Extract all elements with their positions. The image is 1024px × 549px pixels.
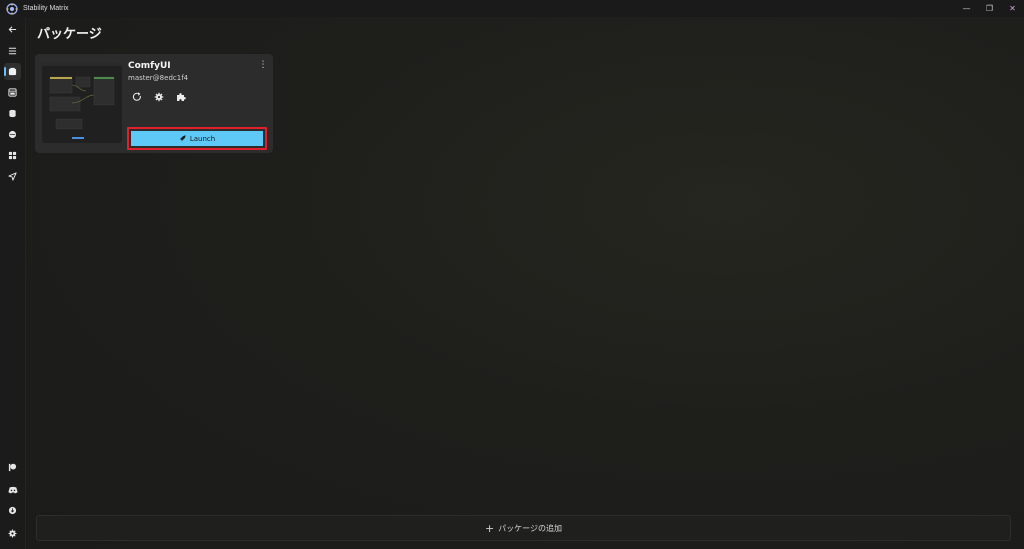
sidebar xyxy=(0,17,26,549)
package-menu-button[interactable]: ⋮ xyxy=(259,60,268,70)
package-version: master@8edc1f4 xyxy=(128,74,189,82)
menu-toggle-button[interactable] xyxy=(4,42,21,59)
packages-icon xyxy=(8,67,17,76)
plus-icon: + xyxy=(484,521,495,535)
settings-icon xyxy=(8,529,17,538)
rocket-icon xyxy=(179,135,186,142)
extensions-button[interactable] xyxy=(173,89,189,105)
sidebar-item-workflows[interactable] xyxy=(4,147,21,164)
patreon-icon xyxy=(8,463,17,472)
discord-button[interactable] xyxy=(4,481,21,498)
sidebar-item-packages[interactable] xyxy=(4,63,21,80)
package-settings-button[interactable] xyxy=(151,89,167,105)
minimize-button[interactable]: — xyxy=(955,0,978,17)
inference-icon xyxy=(8,88,17,97)
sidebar-item-checkpoints[interactable] xyxy=(4,105,21,122)
workflows-icon xyxy=(8,151,17,160)
downloads-button[interactable] xyxy=(4,502,21,519)
title-bar: Stability Matrix — ❐ ✕ xyxy=(0,0,1024,17)
update-button[interactable] xyxy=(129,89,145,105)
add-package-label: パッケージの追加 xyxy=(498,523,563,533)
package-card: ComfyUI master@8edc1f4 ⋮ Launch xyxy=(35,54,273,153)
sidebar-item-inference[interactable] xyxy=(4,84,21,101)
launch-label: Launch xyxy=(189,134,216,143)
restore-button[interactable]: ❐ xyxy=(978,0,1001,17)
gear-icon xyxy=(154,92,164,102)
model-browser-icon xyxy=(8,130,17,139)
main-content: パッケージ ComfyUI master@8edc1f4 ⋮ Launch + … xyxy=(26,17,1024,549)
app-logo-icon xyxy=(6,2,18,15)
window-controls: — ❐ ✕ xyxy=(955,0,1024,17)
package-thumbnail xyxy=(42,63,122,143)
settings-button[interactable] xyxy=(4,525,21,542)
add-package-button[interactable]: + パッケージの追加 xyxy=(36,515,1011,541)
share-icon xyxy=(8,172,17,181)
download-icon xyxy=(8,506,17,515)
close-button[interactable]: ✕ xyxy=(1001,0,1024,17)
back-arrow-icon xyxy=(8,26,17,33)
back-button[interactable] xyxy=(4,21,21,38)
refresh-icon xyxy=(132,92,141,101)
hamburger-menu-icon xyxy=(8,47,17,54)
patreon-button[interactable] xyxy=(4,459,21,476)
app-title: Stability Matrix xyxy=(23,5,69,12)
selection-indicator xyxy=(4,67,6,76)
launch-highlight: Launch xyxy=(127,127,267,150)
launch-button[interactable]: Launch xyxy=(131,131,263,146)
thumbnail-image xyxy=(42,63,122,143)
sidebar-item-share[interactable] xyxy=(4,168,21,185)
package-name: ComfyUI xyxy=(128,61,171,71)
page-title: パッケージ xyxy=(37,27,102,42)
checkpoints-icon xyxy=(9,109,16,118)
sidebar-item-model-browser[interactable] xyxy=(4,126,21,143)
puzzle-icon xyxy=(177,93,186,101)
discord-icon xyxy=(7,486,18,493)
